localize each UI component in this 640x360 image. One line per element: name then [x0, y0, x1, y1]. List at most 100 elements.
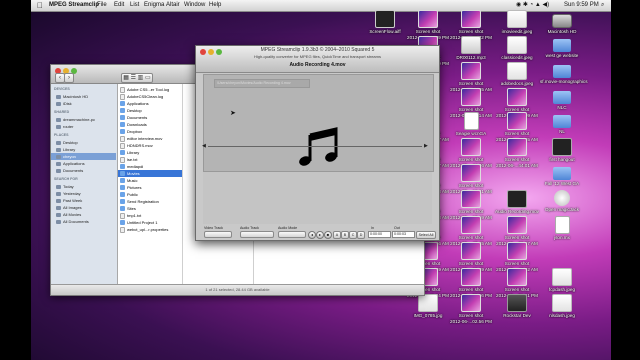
sidebar-item-search-0[interactable]: Today: [56, 183, 116, 190]
desktop-icon[interactable]: classicedit.jpeg: [495, 36, 539, 61]
button-c[interactable]: C: [349, 231, 357, 239]
sidebar-item-search-2[interactable]: Past Week: [56, 197, 116, 204]
shot-file-icon: [507, 268, 527, 286]
finder-list-item[interactable]: Music: [118, 177, 182, 184]
desktop-icon-label: Seagie wcnGA: [455, 131, 487, 136]
finder-list-item[interactable]: webct_upl...r.properties: [118, 226, 182, 233]
finder-list-item[interactable]: Library: [118, 149, 182, 156]
desktop-icon[interactable]: Macintosh HD: [540, 10, 584, 35]
menu-help[interactable]: Help: [209, 0, 221, 11]
sidebar-header-places: PLACES: [54, 133, 69, 137]
sidebar-item-place-4[interactable]: Documents: [56, 167, 116, 174]
timeline-scrubber[interactable]: ◀ ▶: [202, 144, 430, 149]
desktop-icon[interactable]: nlsdash.jpeg: [540, 294, 584, 319]
desktop-icon[interactable]: imovieedit.jpeg: [495, 10, 539, 35]
desktop-icon-label: classicedit.jpeg: [501, 55, 533, 60]
finder-list-item-label: lse.txt: [127, 157, 138, 162]
finder-list-item[interactable]: HDNDRS.mov: [118, 142, 182, 149]
finder-list-item[interactable]: Adobe CS5...er Tool.log: [118, 86, 182, 93]
sidebar-item-search-4[interactable]: All Movies: [56, 211, 116, 218]
finder-list-item[interactable]: Public: [118, 191, 182, 198]
out-timecode-field[interactable]: 0:00:03: [392, 231, 415, 238]
finder-list-item[interactable]: mediapdi: [118, 163, 182, 170]
finder-list-item[interactable]: tmp1.txt: [118, 212, 182, 219]
menu-window[interactable]: Window: [184, 0, 205, 11]
select-all-button[interactable]: Select All: [416, 231, 436, 239]
desktop-icon[interactable]: DR00112.mp3: [449, 36, 493, 61]
forward-button[interactable]: ›: [64, 73, 74, 83]
audio-track-dropdown[interactable]: [240, 231, 274, 238]
finder-list-item[interactable]: Untitled Project 1: [118, 219, 182, 226]
audio-mode-dropdown[interactable]: [278, 231, 306, 238]
finder-list-item[interactable]: Dropbox: [118, 128, 182, 135]
folder-icon: [120, 199, 125, 205]
sidebar-item-place-2[interactable]: cheyon: [51, 153, 116, 160]
desktop-icon[interactable]: Screen shot 2012-06-...44.01 AM: [495, 138, 539, 168]
desktop-icon[interactable]: Seagie wcnGA: [449, 112, 493, 137]
desktop-icon-label: IMG_0785.jpg: [413, 313, 443, 318]
sidebar-item-shared-0[interactable]: dreammachine-pc: [56, 116, 116, 123]
desktop-icon[interactable]: Open magicJack: [540, 190, 584, 213]
video-track-dropdown[interactable]: [204, 231, 232, 238]
streamclip-preview-area[interactable]: /Users/cheyon/Movies/Audio Recording 4.m…: [203, 74, 434, 172]
sidebar-item-device-1[interactable]: iDisk: [56, 100, 116, 107]
finder-list-item[interactable]: Pictures: [118, 184, 182, 191]
sidebar-item-search-5[interactable]: All Documents: [56, 218, 116, 225]
view-mode-buttons[interactable]: ▦ ☰ ▥ ▭: [121, 73, 153, 83]
menu-altair[interactable]: Altair: [166, 0, 180, 11]
desktop-icon-label: Audio Recording.mov: [495, 209, 539, 214]
sidebar-item-search-3[interactable]: All Images: [56, 204, 116, 211]
sidebar-item-shared-1[interactable]: router: [56, 123, 116, 130]
rewind-button[interactable]: ◂: [308, 231, 316, 239]
desktop-icon[interactable]: west ge website: [540, 36, 584, 59]
menu-file[interactable]: File: [97, 0, 107, 11]
shot-file-icon: [461, 268, 481, 286]
finder-list-item[interactable]: Desktop: [118, 107, 182, 114]
stop-button[interactable]: ■: [324, 231, 332, 239]
in-timecode-field[interactable]: 0:00:00: [368, 231, 391, 238]
desktop-icon[interactable]: NL: [540, 112, 584, 135]
desktop-icon[interactable]: Audio Recording.mov: [495, 190, 539, 215]
finder-list-item[interactable]: Send Registration: [118, 198, 182, 205]
finder-list-item[interactable]: Movies: [118, 170, 182, 177]
streamclip-window[interactable]: MPEG Streamclip 1.9.3b3 © 2004–2010 Squa…: [195, 45, 440, 241]
sidebar-item-device-0[interactable]: Macintosh HD: [56, 93, 116, 100]
desktop-icon[interactable]: sf.movie-monographics: [540, 62, 588, 85]
desktop-icon[interactable]: adobedocs.jpeg: [495, 62, 539, 87]
finder-list-item[interactable]: AdobeCS5Clean.log: [118, 93, 182, 100]
finder-list-item[interactable]: Downloads: [118, 121, 182, 128]
desktop-icon[interactable]: json.mx: [540, 216, 584, 241]
desktop-icon[interactable]: IMG_0785.jpg: [406, 294, 450, 319]
timeline-start-marker[interactable]: ◀: [202, 144, 206, 149]
finder-list-item[interactable]: editor interview.mov: [118, 135, 182, 142]
finder-list-item[interactable]: Applications: [118, 100, 182, 107]
desktop-icon[interactable]: fcpdash.jpeg: [540, 268, 584, 293]
desktop-icon[interactable]: first hangout: [540, 138, 584, 163]
finder-list-item-label: editor interview.mov: [127, 136, 163, 141]
button-b[interactable]: B: [341, 231, 349, 239]
sidebar-item-place-0[interactable]: Desktop: [56, 139, 116, 146]
desktop-icon[interactable]: ScreenFlow.aiff: [363, 10, 407, 35]
desktop-icon[interactable]: NLC: [540, 88, 584, 111]
finder-list-item[interactable]: lse.txt: [118, 156, 182, 163]
finder-list-item-label: Music: [127, 178, 138, 183]
sidebar-item-search-1[interactable]: Yesterday: [56, 190, 116, 197]
sidebar-item-icon: [56, 219, 61, 224]
desktop-icon[interactable]: Screen shot 2012-06-...02.56 PM: [449, 294, 493, 324]
menu-list[interactable]: List: [130, 0, 139, 11]
button-a[interactable]: A: [333, 231, 341, 239]
spotlight-icon[interactable]: ⌕: [601, 0, 604, 11]
menu-app-name[interactable]: MPEG Streamclip: [49, 0, 99, 11]
sidebar-item-place-1[interactable]: Library: [56, 146, 116, 153]
menu-edit[interactable]: Edit: [114, 0, 124, 11]
sidebar-item-place-3[interactable]: Applications: [56, 160, 116, 167]
finder-list-item[interactable]: Documents: [118, 114, 182, 121]
desktop-icon[interactable]: Rockstar Dev: [495, 294, 539, 319]
menu-enigma[interactable]: Enigma: [144, 0, 164, 11]
button-d[interactable]: D: [357, 231, 365, 239]
play-button[interactable]: ▸: [316, 231, 324, 239]
apple-menu-icon[interactable]: : [37, 0, 43, 11]
timeline-end-marker[interactable]: ▶: [424, 144, 428, 149]
finder-list-item[interactable]: Sites: [118, 205, 182, 212]
desktop-icon[interactable]: Fall '12 West GA: [540, 164, 584, 187]
